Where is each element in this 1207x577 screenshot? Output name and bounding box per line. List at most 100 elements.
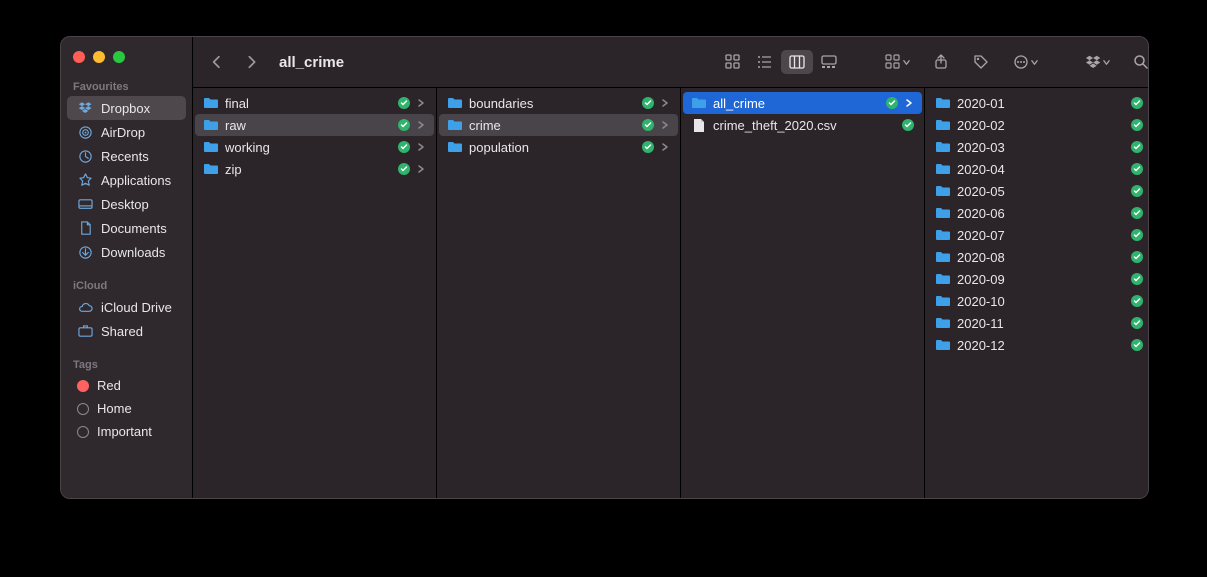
sidebar-item-label: Shared: [101, 324, 143, 339]
folder-icon: [691, 95, 707, 111]
downloads-icon: [77, 244, 93, 260]
folder-row[interactable]: working: [195, 136, 434, 158]
airdrop-icon: [77, 124, 93, 140]
folder-icon: [203, 139, 219, 155]
file-row[interactable]: crime_theft_2020.csv: [683, 114, 922, 136]
sidebar-item-home[interactable]: Home: [67, 397, 186, 420]
folder-icon: [203, 117, 219, 133]
sidebar-item-downloads[interactable]: Downloads: [67, 240, 186, 264]
sync-ok-icon: [1131, 229, 1143, 241]
column: all_crime crime_theft_2020.csv: [681, 88, 925, 498]
folder-row[interactable]: 2020-04: [927, 158, 1149, 180]
folder-row[interactable]: 2020-03: [927, 136, 1149, 158]
sync-ok-icon: [1131, 185, 1143, 197]
icloud-icon: [77, 299, 93, 315]
view-icon-button[interactable]: [717, 50, 749, 74]
sidebar-item-recents[interactable]: Recents: [67, 144, 186, 168]
folder-icon: [935, 315, 951, 331]
sidebar-item-documents[interactable]: Documents: [67, 216, 186, 240]
folder-icon: [935, 227, 951, 243]
sync-ok-icon: [1131, 207, 1143, 219]
sidebar-section-label: Tags: [61, 355, 192, 374]
back-button[interactable]: [209, 53, 227, 71]
dropbox-icon: [77, 100, 93, 116]
sidebar-item-label: Home: [97, 401, 132, 416]
folder-row[interactable]: 2020-07: [927, 224, 1149, 246]
folder-icon: [935, 337, 951, 353]
folder-row[interactable]: 2020-02: [927, 114, 1149, 136]
view-gallery-button[interactable]: [813, 50, 845, 74]
sync-ok-icon: [398, 97, 410, 109]
folder-row[interactable]: boundaries: [439, 92, 678, 114]
more-actions-button[interactable]: [1005, 50, 1045, 74]
item-label: crime_theft_2020.csv: [713, 118, 896, 133]
folder-icon: [935, 161, 951, 177]
sidebar-item-desktop[interactable]: Desktop: [67, 192, 186, 216]
forward-button[interactable]: [243, 53, 261, 71]
item-label: 2020-06: [957, 206, 1125, 221]
sync-ok-icon: [642, 141, 654, 153]
folder-icon: [935, 205, 951, 221]
sidebar-item-label: Recents: [101, 149, 149, 164]
sync-ok-icon: [1131, 163, 1143, 175]
sidebar-item-label: Desktop: [101, 197, 149, 212]
close-button[interactable]: [73, 51, 85, 63]
sync-ok-icon: [642, 119, 654, 131]
folder-row[interactable]: zip: [195, 158, 434, 180]
sidebar-item-red[interactable]: Red: [67, 374, 186, 397]
sidebar-item-dropbox[interactable]: Dropbox: [67, 96, 186, 120]
item-label: population: [469, 140, 636, 155]
view-list-button[interactable]: [749, 50, 781, 74]
sync-ok-icon: [642, 97, 654, 109]
chevron-right-icon: [904, 98, 914, 108]
search-button[interactable]: [1125, 50, 1149, 74]
folder-row[interactable]: 2020-08: [927, 246, 1149, 268]
folder-row[interactable]: final: [195, 92, 434, 114]
group-by-button[interactable]: [877, 50, 917, 74]
apps-icon: [77, 172, 93, 188]
sidebar-item-airdrop[interactable]: AirDrop: [67, 120, 186, 144]
folder-icon: [935, 249, 951, 265]
sync-ok-icon: [1131, 295, 1143, 307]
item-label: 2020-04: [957, 162, 1125, 177]
sync-ok-icon: [1131, 273, 1143, 285]
folder-row[interactable]: raw: [195, 114, 434, 136]
folder-row[interactable]: 2020-11: [927, 312, 1149, 334]
folder-icon: [447, 139, 463, 155]
folder-icon: [935, 117, 951, 133]
folder-row[interactable]: crime: [439, 114, 678, 136]
item-label: 2020-07: [957, 228, 1125, 243]
sidebar-item-label: Downloads: [101, 245, 165, 260]
sidebar-section-label: Favourites: [61, 77, 192, 96]
item-label: crime: [469, 118, 636, 133]
folder-row[interactable]: 2020-09: [927, 268, 1149, 290]
view-column-button[interactable]: [781, 50, 813, 74]
item-label: 2020-11: [957, 316, 1125, 331]
folder-icon: [935, 95, 951, 111]
sidebar-item-applications[interactable]: Applications: [67, 168, 186, 192]
share-button[interactable]: [925, 50, 957, 74]
item-label: 2020-05: [957, 184, 1125, 199]
chevron-right-icon: [660, 120, 670, 130]
sidebar-item-important[interactable]: Important: [67, 420, 186, 443]
folder-row[interactable]: population: [439, 136, 678, 158]
tag-button[interactable]: [965, 50, 997, 74]
dropbox-button[interactable]: [1077, 50, 1117, 74]
folder-row[interactable]: 2020-10: [927, 290, 1149, 312]
file-icon: [691, 117, 707, 133]
folder-row[interactable]: 2020-06: [927, 202, 1149, 224]
folder-row[interactable]: 2020-05: [927, 180, 1149, 202]
chevron-right-icon: [416, 98, 426, 108]
sync-ok-icon: [398, 119, 410, 131]
folder-row[interactable]: 2020-12: [927, 334, 1149, 356]
folder-icon: [935, 183, 951, 199]
sidebar-item-shared[interactable]: Shared: [67, 319, 186, 343]
folder-icon: [203, 95, 219, 111]
minimize-button[interactable]: [93, 51, 105, 63]
folder-row[interactable]: all_crime: [683, 92, 922, 114]
folder-icon: [447, 95, 463, 111]
folder-row[interactable]: 2020-01: [927, 92, 1149, 114]
maximize-button[interactable]: [113, 51, 125, 63]
tag-circle-icon: [77, 403, 89, 415]
sidebar-item-icloud-drive[interactable]: iCloud Drive: [67, 295, 186, 319]
